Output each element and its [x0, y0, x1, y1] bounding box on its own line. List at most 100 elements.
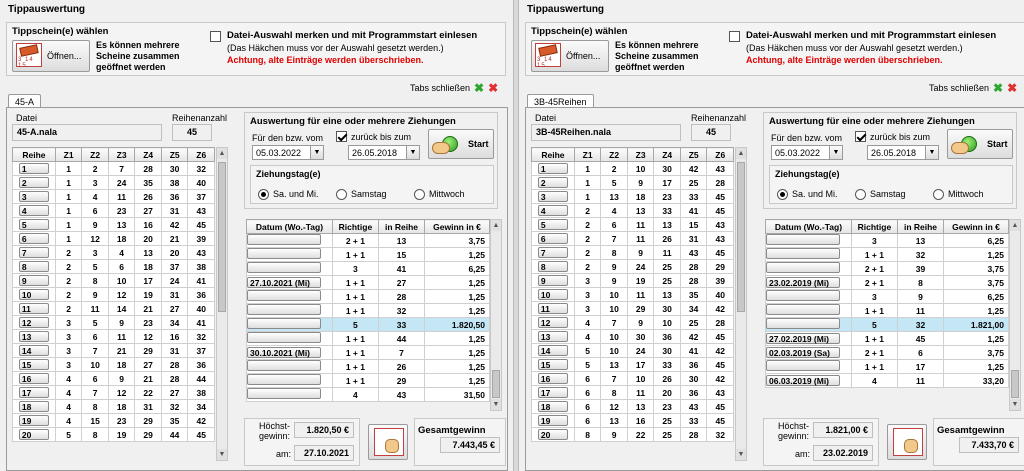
- result-row[interactable]: 4 43 31,50: [246, 387, 490, 402]
- date-select-button[interactable]: 23.02.2019 (Mi): [766, 277, 840, 288]
- start-button[interactable]: Start: [428, 129, 494, 159]
- row-select-button[interactable]: 16: [537, 373, 568, 384]
- table-row[interactable]: 9 3 9 19 25 28 39: [531, 273, 734, 288]
- table-row[interactable]: 9 2 8 10 17 24 41: [12, 273, 215, 288]
- date-select-button[interactable]: [247, 262, 321, 273]
- result-row[interactable]: 23.02.2019 (Mi) 2 + 1 8 3,75: [765, 275, 1009, 290]
- row-select-button[interactable]: 10: [18, 289, 49, 300]
- table-row[interactable]: 12 4 7 9 10 25 28: [531, 315, 734, 330]
- table-row[interactable]: 2 1 5 9 17 25 28: [531, 175, 734, 190]
- row-select-button[interactable]: 8: [18, 261, 49, 272]
- radio-samstag[interactable]: Samstag: [855, 189, 906, 201]
- row-select-button[interactable]: 16: [18, 373, 49, 384]
- scroll-up-icon[interactable]: ▲: [217, 148, 227, 159]
- row-select-button[interactable]: 12: [537, 317, 568, 328]
- row-select-button[interactable]: 5: [537, 219, 568, 230]
- result-row[interactable]: 2 + 1 39 3,75: [765, 261, 1009, 276]
- column-header[interactable]: Z3: [626, 147, 655, 162]
- row-select-button[interactable]: 1: [18, 163, 49, 174]
- column-header[interactable]: Z6: [187, 147, 215, 162]
- result-row[interactable]: 27.02.2019 (Mi) 1 + 1 45 1,25: [765, 331, 1009, 346]
- result-row[interactable]: 5 32 1.821,00: [765, 317, 1009, 332]
- back-option[interactable]: zurück bis zum: [336, 131, 411, 142]
- date-select-button[interactable]: [247, 304, 321, 315]
- remember-checkbox[interactable]: [729, 31, 740, 42]
- row-select-button[interactable]: 17: [537, 387, 568, 398]
- row-select-button[interactable]: 19: [18, 415, 49, 426]
- result-row[interactable]: 3 9 6,25: [765, 289, 1009, 304]
- row-select-button[interactable]: 4: [537, 205, 568, 216]
- date-select-button[interactable]: [766, 360, 840, 371]
- table-row[interactable]: 6 2 7 11 26 31 43: [531, 231, 734, 246]
- date-select-button[interactable]: [766, 234, 840, 245]
- table-row[interactable]: 19 4 15 23 29 35 42: [12, 413, 215, 428]
- row-select-button[interactable]: 12: [18, 317, 49, 328]
- table-row[interactable]: 4 2 4 13 33 41 45: [531, 203, 734, 218]
- table-row[interactable]: 10 3 10 11 13 35 40: [531, 287, 734, 302]
- remember-checkbox[interactable]: [210, 31, 221, 42]
- table-row[interactable]: 3 1 13 18 23 33 45: [531, 189, 734, 204]
- table-row[interactable]: 7 2 3 4 13 20 43: [12, 245, 215, 260]
- result-column-header[interactable]: in Reihe: [896, 219, 945, 234]
- table-row[interactable]: 1 1 2 7 28 30 32: [12, 161, 215, 176]
- row-select-button[interactable]: 6: [537, 233, 568, 244]
- table-row[interactable]: 17 4 7 12 22 27 38: [12, 385, 215, 400]
- results-scrollbar[interactable]: ▲ ▼: [1009, 219, 1021, 411]
- result-row[interactable]: 02.03.2019 (Sa) 2 + 1 6 3,75: [765, 345, 1009, 360]
- row-select-button[interactable]: 8: [537, 261, 568, 272]
- radio-mittwoch[interactable]: Mittwoch: [933, 189, 984, 201]
- date-select-button[interactable]: [247, 234, 321, 245]
- table-row[interactable]: 4 1 6 23 27 31 43: [12, 203, 215, 218]
- rows-scrollbar[interactable]: ▲ ▼: [216, 147, 228, 461]
- column-header[interactable]: Z2: [81, 147, 109, 162]
- scroll-thumb[interactable]: [737, 162, 745, 312]
- date-select-button[interactable]: 02.03.2019 (Sa): [766, 347, 840, 358]
- table-row[interactable]: 6 1 12 18 20 21 39: [12, 231, 215, 246]
- column-header[interactable]: Z6: [706, 147, 734, 162]
- result-column-header[interactable]: Gewinn in €: [943, 219, 1009, 234]
- column-header[interactable]: Z1: [54, 147, 83, 162]
- back-checkbox[interactable]: [336, 131, 347, 142]
- table-row[interactable]: 17 6 8 11 20 36 43: [531, 385, 734, 400]
- scroll-down-icon[interactable]: ▼: [1010, 399, 1020, 410]
- table-row[interactable]: 11 3 10 29 30 34 42: [531, 301, 734, 316]
- row-select-button[interactable]: 17: [18, 387, 49, 398]
- table-row[interactable]: 1 1 2 10 30 42 43: [531, 161, 734, 176]
- table-row[interactable]: 12 3 5 9 23 34 41: [12, 315, 215, 330]
- table-row[interactable]: 18 4 8 18 31 32 34: [12, 399, 215, 414]
- result-row[interactable]: 3 13 6,25: [765, 233, 1009, 248]
- close-tabs-red-x-icon[interactable]: ✖: [488, 81, 498, 95]
- result-row[interactable]: 30.10.2021 (Mi) 1 + 1 7 1,25: [246, 345, 490, 360]
- result-row[interactable]: 27.10.2021 (Mi) 1 + 1 27 1,25: [246, 275, 490, 290]
- row-select-button[interactable]: 7: [18, 247, 49, 258]
- close-tabs-green-x-icon[interactable]: ✖: [474, 81, 484, 95]
- result-column-header[interactable]: Richtige: [850, 219, 898, 234]
- scroll-thumb[interactable]: [218, 162, 226, 312]
- table-row[interactable]: 20 8 9 22 25 28 32: [531, 427, 734, 442]
- result-row[interactable]: 1 + 1 32 1,25: [765, 247, 1009, 262]
- row-select-button[interactable]: 13: [537, 331, 568, 342]
- row-select-button[interactable]: 4: [18, 205, 49, 216]
- date-select-button[interactable]: [766, 248, 840, 259]
- scroll-up-icon[interactable]: ▲: [736, 148, 746, 159]
- row-select-button[interactable]: 3: [18, 191, 49, 202]
- date-select-button[interactable]: [766, 262, 840, 273]
- date-select-button[interactable]: 06.03.2019 (Mi): [766, 375, 840, 386]
- result-column-header[interactable]: Richtige: [331, 219, 379, 234]
- close-tabs-red-x-icon[interactable]: ✖: [1007, 81, 1017, 95]
- row-select-button[interactable]: 19: [537, 415, 568, 426]
- summary-button[interactable]: [887, 424, 927, 460]
- scroll-down-icon[interactable]: ▼: [217, 449, 227, 460]
- scroll-down-icon[interactable]: ▼: [491, 399, 501, 410]
- table-row[interactable]: 20 5 8 19 29 44 45: [12, 427, 215, 442]
- row-select-button[interactable]: 2: [18, 177, 49, 188]
- row-select-button[interactable]: 18: [537, 401, 568, 412]
- result-row[interactable]: 06.03.2019 (Mi) 4 11 33,20: [765, 373, 1009, 388]
- result-row[interactable]: 1 + 1 44 1,25: [246, 331, 490, 346]
- result-row[interactable]: 1 + 1 17 1,25: [765, 359, 1009, 374]
- date-select-button[interactable]: [247, 248, 321, 259]
- result-row[interactable]: 5 33 1.820,50: [246, 317, 490, 332]
- table-row[interactable]: 7 2 8 9 11 43 45: [531, 245, 734, 260]
- table-row[interactable]: 2 1 3 24 35 38 40: [12, 175, 215, 190]
- table-row[interactable]: 13 4 10 30 36 42 45: [531, 329, 734, 344]
